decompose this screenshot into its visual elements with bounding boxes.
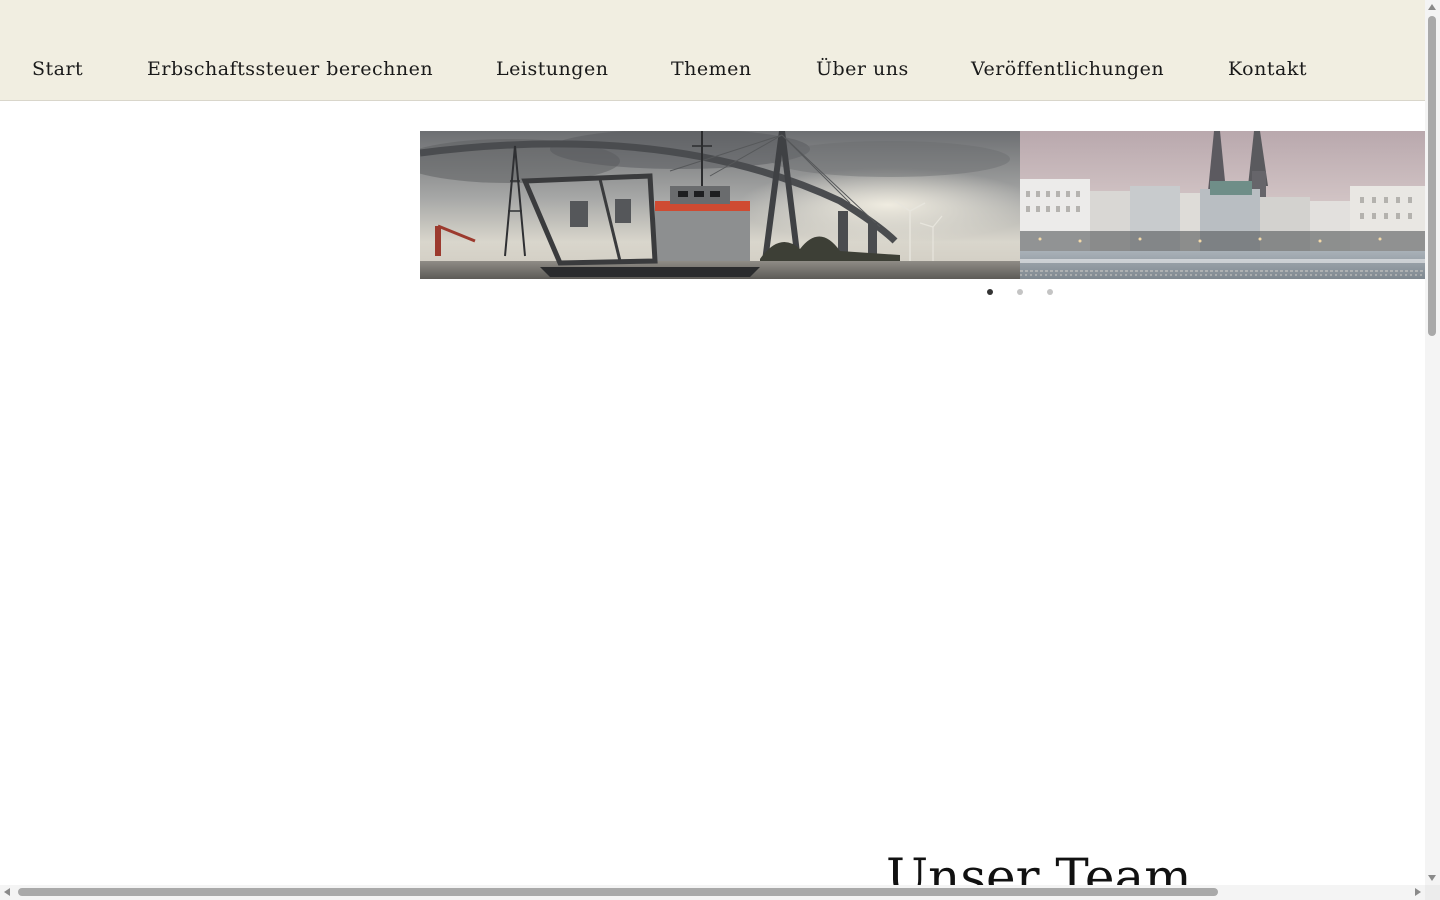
nav-item-veroeffentlichungen[interactable]: Veröffentlichungen: [971, 58, 1164, 80]
nav-item-themen[interactable]: Themen: [671, 58, 752, 80]
horizontal-scroll-thumb[interactable]: [18, 888, 1218, 896]
city-skyline-waterfront-photo: [1020, 131, 1425, 279]
main-navigation: Start Erbschaftssteuer berechnen Leistun…: [0, 0, 1425, 101]
nav-item-kontakt[interactable]: Kontakt: [1228, 58, 1307, 80]
scroll-left-icon[interactable]: [4, 888, 10, 896]
scrollbar-corner: [1425, 885, 1440, 900]
scroll-right-icon[interactable]: [1415, 888, 1421, 896]
horizontal-scrollbar[interactable]: [0, 885, 1425, 900]
image-slider[interactable]: [420, 131, 1425, 279]
slider-dot-2[interactable]: [1017, 289, 1023, 295]
nav-item-ueber-uns[interactable]: Über uns: [816, 58, 909, 80]
vertical-scroll-thumb[interactable]: [1428, 16, 1436, 336]
scroll-down-icon[interactable]: [1428, 875, 1436, 881]
scroll-up-icon[interactable]: [1428, 4, 1436, 10]
slider-pagination: [985, 289, 1065, 299]
vertical-scrollbar[interactable]: [1425, 0, 1440, 885]
nav-item-erbschaftssteuer-berechnen[interactable]: Erbschaftssteuer berechnen: [147, 58, 433, 80]
slider-dot-1[interactable]: [987, 289, 993, 295]
slide-city-skyline: [1020, 131, 1425, 279]
page-viewport: Start Erbschaftssteuer berechnen Leistun…: [0, 0, 1425, 885]
harbor-bridge-ship-photo: [420, 131, 1020, 279]
nav-item-leistungen[interactable]: Leistungen: [496, 58, 608, 80]
nav-item-start[interactable]: Start: [32, 58, 83, 80]
team-heading: Unser Team: [886, 848, 1192, 885]
slide-harbor-bridge: [420, 131, 1020, 279]
slider-dot-3[interactable]: [1047, 289, 1053, 295]
